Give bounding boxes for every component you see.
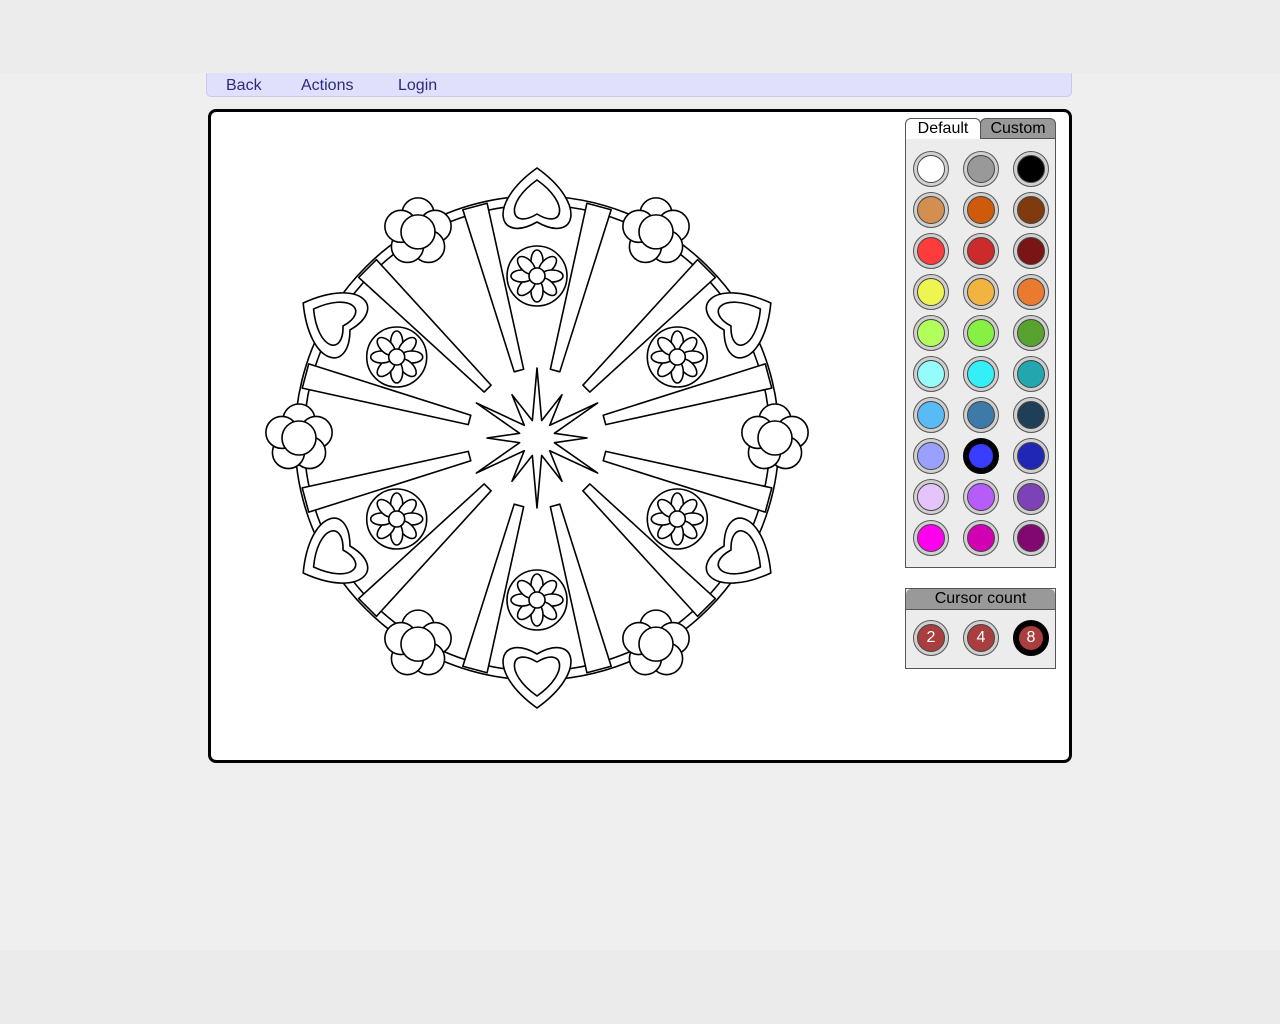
color-swatch-fill	[967, 319, 995, 347]
cursor-count-title: Cursor count	[906, 589, 1055, 610]
color-swatch-fill	[917, 360, 945, 388]
color-swatch[interactable]	[963, 397, 999, 433]
cursor-count-label: 8	[1019, 626, 1043, 650]
color-swatch-fill	[917, 196, 945, 224]
bottom-strip	[0, 950, 1280, 1024]
color-swatch-fill	[967, 278, 995, 306]
color-swatch-fill	[967, 401, 995, 429]
color-swatch-fill	[967, 155, 995, 183]
color-swatch[interactable]	[913, 233, 949, 269]
color-swatch[interactable]	[1013, 315, 1049, 351]
color-swatch-fill	[1017, 401, 1045, 429]
cursor-count-label: 2	[917, 624, 945, 652]
color-swatch[interactable]	[913, 520, 949, 556]
mandala-drawing[interactable]	[259, 160, 815, 716]
color-swatch[interactable]	[963, 520, 999, 556]
color-swatch-fill	[967, 196, 995, 224]
color-swatch[interactable]	[1013, 192, 1049, 228]
cursor-count-2-button[interactable]: 2	[913, 620, 949, 656]
color-swatch[interactable]	[913, 192, 949, 228]
actions-menu[interactable]: Actions	[301, 77, 353, 95]
color-swatch-fill	[1017, 360, 1045, 388]
color-swatch[interactable]	[1013, 274, 1049, 310]
color-swatch[interactable]	[1013, 479, 1049, 515]
color-swatch[interactable]	[913, 315, 949, 351]
back-link[interactable]: Back	[226, 77, 262, 95]
menu-bar: Back Actions Login	[206, 73, 1072, 97]
color-swatch-fill	[917, 483, 945, 511]
color-swatch-fill	[1017, 155, 1045, 183]
color-swatch-fill	[967, 524, 995, 552]
tab-custom[interactable]: Custom	[980, 118, 1056, 138]
color-swatch[interactable]	[913, 438, 949, 474]
color-swatch-fill	[1017, 237, 1045, 265]
color-swatch-grid	[905, 138, 1056, 568]
color-swatch[interactable]	[913, 356, 949, 392]
color-swatch[interactable]	[913, 479, 949, 515]
color-swatch-fill	[969, 444, 993, 468]
cursor-count-label: 4	[967, 624, 995, 652]
color-swatch-fill	[917, 319, 945, 347]
color-swatch-fill	[917, 278, 945, 306]
coloring-canvas[interactable]: Default Custom Cursor count 248	[208, 109, 1072, 763]
color-swatch-fill	[1017, 278, 1045, 306]
color-swatch-fill	[917, 237, 945, 265]
color-swatch[interactable]	[1013, 438, 1049, 474]
color-swatch-fill	[967, 360, 995, 388]
color-swatch[interactable]	[1013, 356, 1049, 392]
color-swatch[interactable]	[963, 274, 999, 310]
color-swatch-fill	[1017, 442, 1045, 470]
color-swatch[interactable]	[963, 356, 999, 392]
color-swatch[interactable]	[963, 315, 999, 351]
color-swatch-fill	[1017, 524, 1045, 552]
color-swatch-fill	[917, 524, 945, 552]
color-swatch[interactable]	[1013, 233, 1049, 269]
color-swatch-fill	[1017, 319, 1045, 347]
color-swatch-fill	[1017, 483, 1045, 511]
tab-default[interactable]: Default	[905, 118, 981, 139]
color-swatch[interactable]	[1013, 151, 1049, 187]
color-swatch[interactable]	[963, 151, 999, 187]
color-swatch[interactable]	[963, 479, 999, 515]
color-swatch-fill	[917, 442, 945, 470]
color-swatch[interactable]	[963, 192, 999, 228]
color-swatch[interactable]	[913, 151, 949, 187]
color-swatch-fill	[967, 483, 995, 511]
color-swatch[interactable]	[913, 397, 949, 433]
color-swatch[interactable]	[963, 233, 999, 269]
color-palette-panel: Default Custom	[905, 118, 1057, 570]
color-swatch-fill	[917, 155, 945, 183]
color-swatch[interactable]	[913, 274, 949, 310]
color-swatch-fill	[1017, 196, 1045, 224]
top-strip	[0, 0, 1280, 73]
color-swatch-fill	[917, 401, 945, 429]
cursor-count-panel: Cursor count 248	[905, 588, 1056, 669]
color-swatch-fill	[967, 237, 995, 265]
color-swatch[interactable]	[1013, 520, 1049, 556]
color-swatch[interactable]	[963, 438, 999, 474]
cursor-count-8-button[interactable]: 8	[1013, 620, 1049, 656]
color-swatch[interactable]	[1013, 397, 1049, 433]
cursor-count-4-button[interactable]: 4	[963, 620, 999, 656]
login-link[interactable]: Login	[398, 77, 437, 95]
